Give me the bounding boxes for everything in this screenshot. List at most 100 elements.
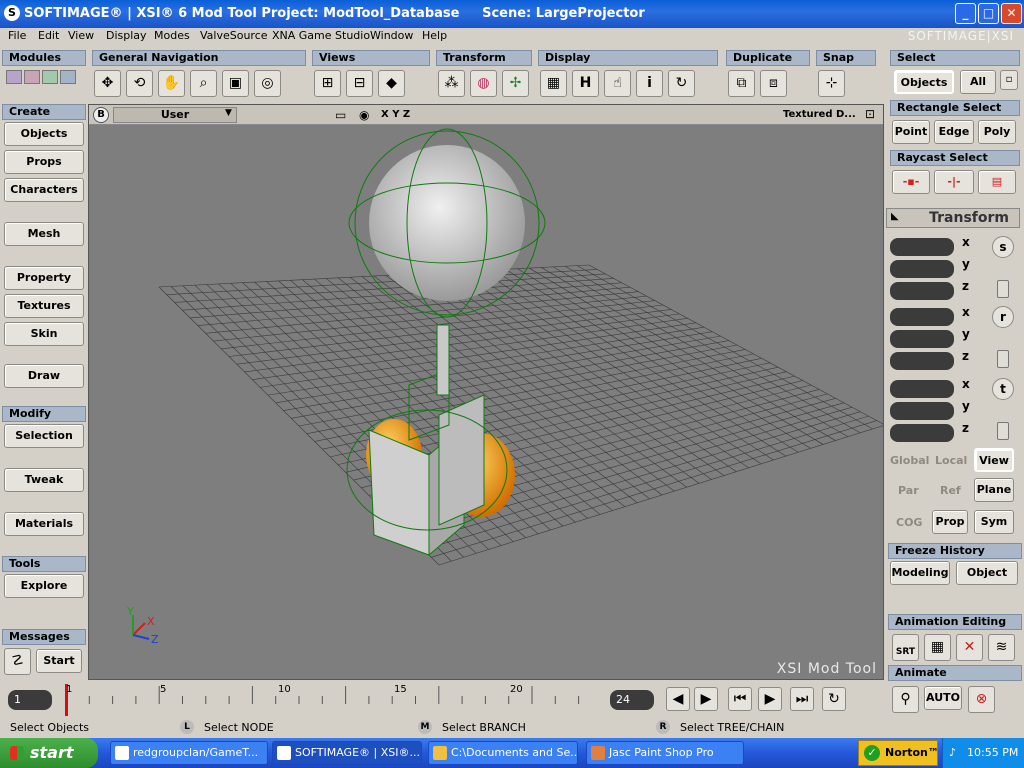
volume-icon[interactable]: ♪ xyxy=(949,746,956,759)
prop-option[interactable]: Prop xyxy=(932,510,968,534)
viewport-letter[interactable]: B xyxy=(93,107,109,123)
current-frame-field[interactable]: 1 xyxy=(8,690,52,710)
close-button[interactable]: ✕ xyxy=(1001,3,1022,24)
menu-modes[interactable]: Modes xyxy=(154,29,190,42)
local-option[interactable]: Local xyxy=(935,454,967,467)
module-chip-icon[interactable] xyxy=(42,70,58,84)
edge-select-button[interactable]: Edge xyxy=(934,120,974,144)
rotate-lock-icon[interactable] xyxy=(997,350,1009,368)
poly-select-button[interactable]: Poly xyxy=(978,120,1016,144)
first-frame-icon[interactable]: ⏮ xyxy=(728,687,752,711)
rotate-z-field[interactable] xyxy=(890,352,954,370)
module-chip-icon[interactable] xyxy=(24,70,40,84)
maximize-button[interactable]: □ xyxy=(978,3,999,24)
rotate-tool-icon[interactable]: ◍ xyxy=(470,70,497,97)
translate-x-field[interactable] xyxy=(890,380,954,398)
menu-help[interactable]: Help xyxy=(422,29,447,42)
raycast-edge-icon[interactable]: -|- xyxy=(934,170,974,194)
key-icon[interactable]: ⚲ xyxy=(892,686,919,713)
explore-button[interactable]: Explore xyxy=(4,574,84,598)
start-button[interactable]: Start xyxy=(36,649,82,673)
materials-button[interactable]: Materials xyxy=(4,512,84,536)
taskbar-item-browser[interactable]: redgroupclan/GameT... xyxy=(110,741,268,765)
collapse-icon[interactable]: ◣ xyxy=(891,211,899,222)
maximize-viewport-icon[interactable]: ⊡ xyxy=(865,107,875,121)
selection-button[interactable]: Selection xyxy=(4,424,84,448)
layers-icon[interactable]: ≋ xyxy=(988,634,1015,661)
axis-labels[interactable]: X Y Z xyxy=(381,109,410,120)
dopesheet-icon[interactable]: ▦ xyxy=(924,634,951,661)
raycast-point-icon[interactable]: -▪- xyxy=(892,170,930,194)
translate-y-field[interactable] xyxy=(890,402,954,420)
pan-icon[interactable]: ✋ xyxy=(158,70,185,97)
materials-view-icon[interactable]: ◆ xyxy=(378,70,405,97)
loop-icon[interactable]: ↻ xyxy=(822,687,846,711)
remove-key-icon[interactable]: ⊗ xyxy=(968,686,995,713)
info-icon[interactable]: i xyxy=(636,70,663,97)
taskbar-item-explorer[interactable]: C:\Documents and Se... xyxy=(428,741,578,765)
camera-dropdown[interactable]: User xyxy=(113,107,237,123)
translate-z-field[interactable] xyxy=(890,424,954,442)
scale-y-field[interactable] xyxy=(890,260,954,278)
global-option[interactable]: Global xyxy=(890,454,929,467)
refresh-icon[interactable]: ↻ xyxy=(668,70,695,97)
mesh-button[interactable]: Mesh xyxy=(4,222,84,246)
module-chip-icon[interactable] xyxy=(60,70,76,84)
select-objects-button[interactable]: Objects xyxy=(894,70,954,94)
scale-button[interactable]: s xyxy=(992,236,1014,258)
object-button[interactable]: Object xyxy=(956,561,1018,585)
draw-button[interactable]: Draw xyxy=(4,364,84,388)
property-button[interactable]: Property xyxy=(4,266,84,290)
scale-x-field[interactable] xyxy=(890,238,954,256)
tweak-button[interactable]: Tweak xyxy=(4,468,84,492)
snap-grid-icon[interactable]: ⊹ xyxy=(818,70,845,97)
minimize-button[interactable]: _ xyxy=(955,3,976,24)
menu-xna-game-studio[interactable]: XNA Game Studio xyxy=(272,29,370,42)
menu-edit[interactable]: Edit xyxy=(38,29,59,42)
grid-icon[interactable]: ▦ xyxy=(540,70,567,97)
sym-option[interactable]: Sym xyxy=(974,510,1014,534)
script-icon[interactable]: ☡ xyxy=(4,648,31,675)
schematic-icon[interactable]: ⊟ xyxy=(346,70,373,97)
camera-icon[interactable]: ◎ xyxy=(254,70,281,97)
taskbar-item-paintshop[interactable]: Jasc Paint Shop Pro xyxy=(586,741,744,765)
view-option[interactable]: View xyxy=(974,448,1014,472)
par-option[interactable]: Par xyxy=(898,484,919,497)
scale-tool-icon[interactable]: ⁂ xyxy=(438,70,465,97)
translate-lock-icon[interactable] xyxy=(997,422,1009,440)
point-select-button[interactable]: Point xyxy=(892,120,930,144)
translate-button[interactable]: t xyxy=(992,378,1014,400)
rotate-y-field[interactable] xyxy=(890,330,954,348)
raycast-poly-icon[interactable]: ▤ xyxy=(978,170,1016,194)
modeling-button[interactable]: Modeling xyxy=(890,561,950,585)
fcurve-icon[interactable]: ✕ xyxy=(956,634,983,661)
scale-lock-icon[interactable] xyxy=(997,280,1009,298)
explorer-icon[interactable]: ⊞ xyxy=(314,70,341,97)
props-button[interactable]: Props xyxy=(4,150,84,174)
ref-option[interactable]: Ref xyxy=(940,484,961,497)
display-mode-dropdown[interactable]: Textured D... xyxy=(783,109,856,120)
previous-frame-icon[interactable]: ◀ xyxy=(666,687,690,711)
menu-valvesource[interactable]: ValveSource xyxy=(200,29,268,42)
translate-tool-icon[interactable]: ✢ xyxy=(502,70,529,97)
video-camera-icon[interactable]: ▭ xyxy=(335,108,346,122)
clone-icon[interactable]: ⧈ xyxy=(760,70,787,97)
frame-icon[interactable]: ▣ xyxy=(222,70,249,97)
zoom-icon[interactable]: ⌕ xyxy=(190,70,217,97)
skin-button[interactable]: Skin xyxy=(4,322,84,346)
menu-display[interactable]: Display xyxy=(106,29,147,42)
duplicate-icon[interactable]: ⧉ xyxy=(728,70,755,97)
scale-z-field[interactable] xyxy=(890,282,954,300)
rotate-button[interactable]: r xyxy=(992,306,1014,328)
end-frame-field[interactable]: 24 xyxy=(610,690,654,710)
rotate-x-field[interactable] xyxy=(890,308,954,326)
select-all-button[interactable]: All xyxy=(960,70,996,94)
next-frame-icon[interactable]: ▶ xyxy=(694,687,718,711)
textures-button[interactable]: Textures xyxy=(4,294,84,318)
viewport[interactable]: B User ▼ ▭ ◉ X Y Z Textured D... ⊡ X Y Z… xyxy=(88,104,884,680)
navigation-icon[interactable]: ✥ xyxy=(94,70,121,97)
select-options-icon[interactable]: ▫ xyxy=(1000,70,1018,90)
create-objects-button[interactable]: Objects xyxy=(4,122,84,146)
plane-option[interactable]: Plane xyxy=(974,478,1014,502)
last-frame-icon[interactable]: ⏭ xyxy=(790,687,814,711)
